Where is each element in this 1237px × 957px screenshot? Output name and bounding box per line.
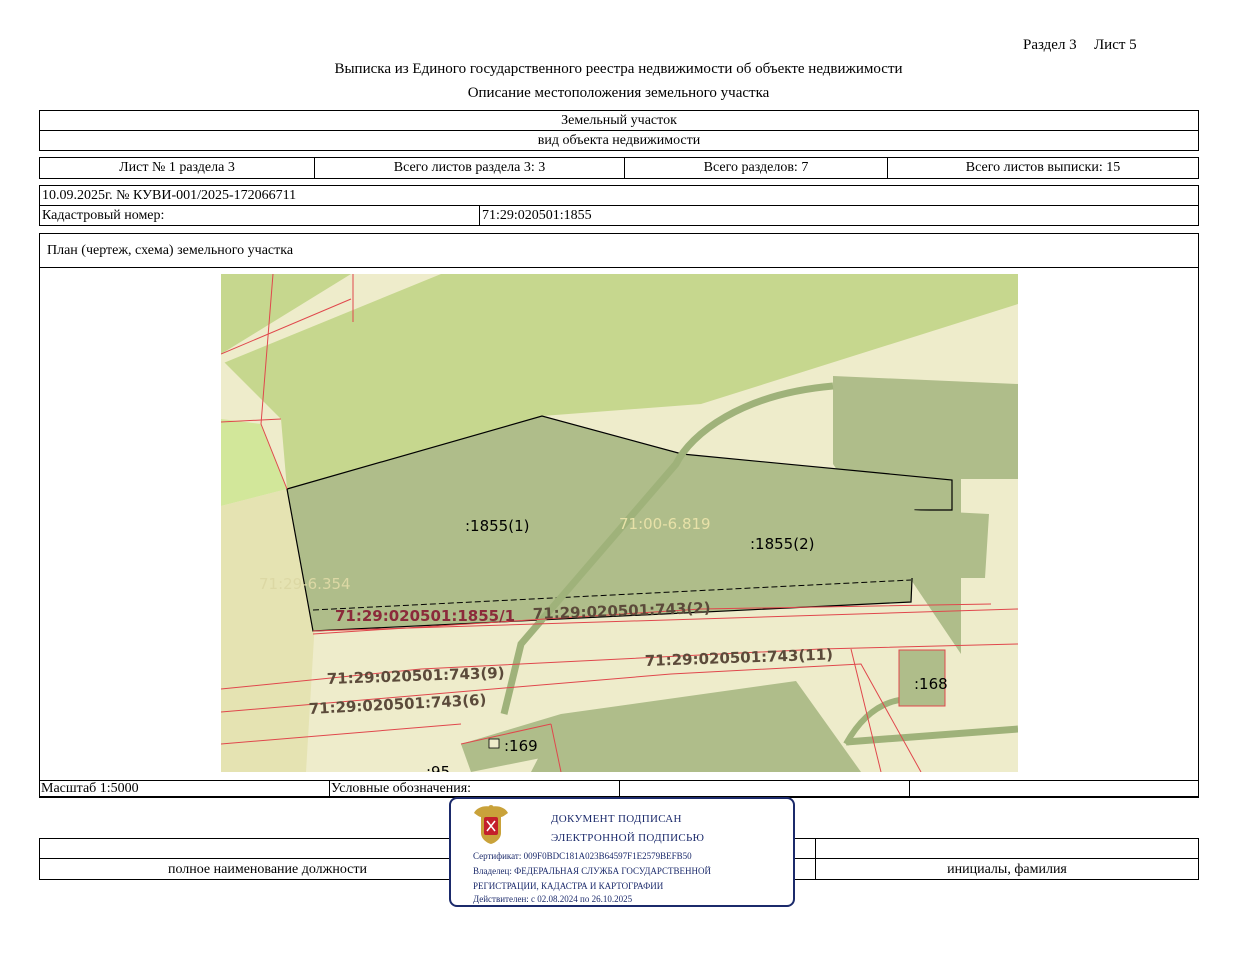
document-subtitle: Описание местоположения земельного участ… [467,85,770,101]
label-95: :95 [426,763,450,772]
position-caption: полное наименование должности [167,862,368,877]
record-box: 10.09.2025г. № КУВИ-001/2025-172066711 К… [39,185,1199,226]
scale: Масштаб 1:5000 [41,781,139,796]
label-169: :169 [504,737,538,755]
digital-signature-stamp: ДОКУМЕНТ ПОДПИСАН ЭЛЕКТРОННОЙ ПОДПИСЬЮ С… [449,797,795,907]
map-svg: :1855(1) :1855(2) 71:29-6.354 71:00-6.81… [221,274,1018,772]
name-caption: инициалы, фамилия [947,862,1067,877]
stamp-valid: Действителен: с 02.08.2024 по 26.10.2025 [473,894,633,904]
stamp-certificate: Сертификат: 009F0BDC181A023B64597F1E2579… [473,851,692,861]
total-sheets: Всего листов выписки: 15 [965,160,1121,175]
label-zone1: 71:29-6.354 [259,575,351,593]
label-168: :168 [914,675,948,693]
sheet-info-row: Лист № 1 раздела 3 Всего листов раздела … [39,157,1199,179]
scale-legend-row: Масштаб 1:5000 Условные обозначения: [39,780,1199,798]
cadastral-label: Кадастровый номер: [42,208,165,223]
stamp-line1: ДОКУМЕНТ ПОДПИСАН [551,813,682,825]
sheet-of-section: Лист № 1 раздела 3 [119,160,235,175]
cadastral-map: :1855(1) :1855(2) 71:29-6.354 71:00-6.81… [221,274,1018,772]
label-parcel1: :1855(1) [465,517,529,535]
stamp-line2: ЭЛЕКТРОННОЙ ПОДПИСЬЮ [551,832,705,844]
object-type-caption: вид объекта недвижимости [537,133,701,148]
label-zone2: 71:00-6.819 [619,515,711,533]
coat-of-arms-icon [474,805,508,844]
legend-label: Условные обозначения: [331,781,472,796]
object-type: Земельный участок [561,113,677,128]
label-parcel2: :1855(2) [750,535,814,553]
document-title: Выписка из Единого государственного реес… [334,61,903,77]
stamp-owner1: Владелец: ФЕДЕРАЛЬНАЯ СЛУЖБА ГОСУДАРСТВЕ… [473,866,712,876]
parcel-annex [911,510,989,578]
total-sheets-section: Всего листов раздела 3: 3 [393,160,546,175]
sheet-number: Лист 5 [1094,37,1137,53]
cadastral-value: 71:29:020501:1855 [482,208,592,223]
section-number: Раздел 3 [1023,37,1077,53]
stamp-owner2: РЕГИСТРАЦИИ, КАДАСТРА И КАРТОГРАФИИ [473,881,664,891]
parcel-169-marker [488,738,500,749]
plan-heading: План (чертеж, схема) земельного участка [47,243,294,258]
total-sections: Всего разделов: 7 [703,160,809,175]
object-type-box: Земельный участок вид объекта недвижимос… [39,110,1199,151]
label-sub1855: 71:29:020501:1855/1 [335,607,515,625]
record-date-number: 10.09.2025г. № КУВИ-001/2025-172066711 [42,188,297,203]
